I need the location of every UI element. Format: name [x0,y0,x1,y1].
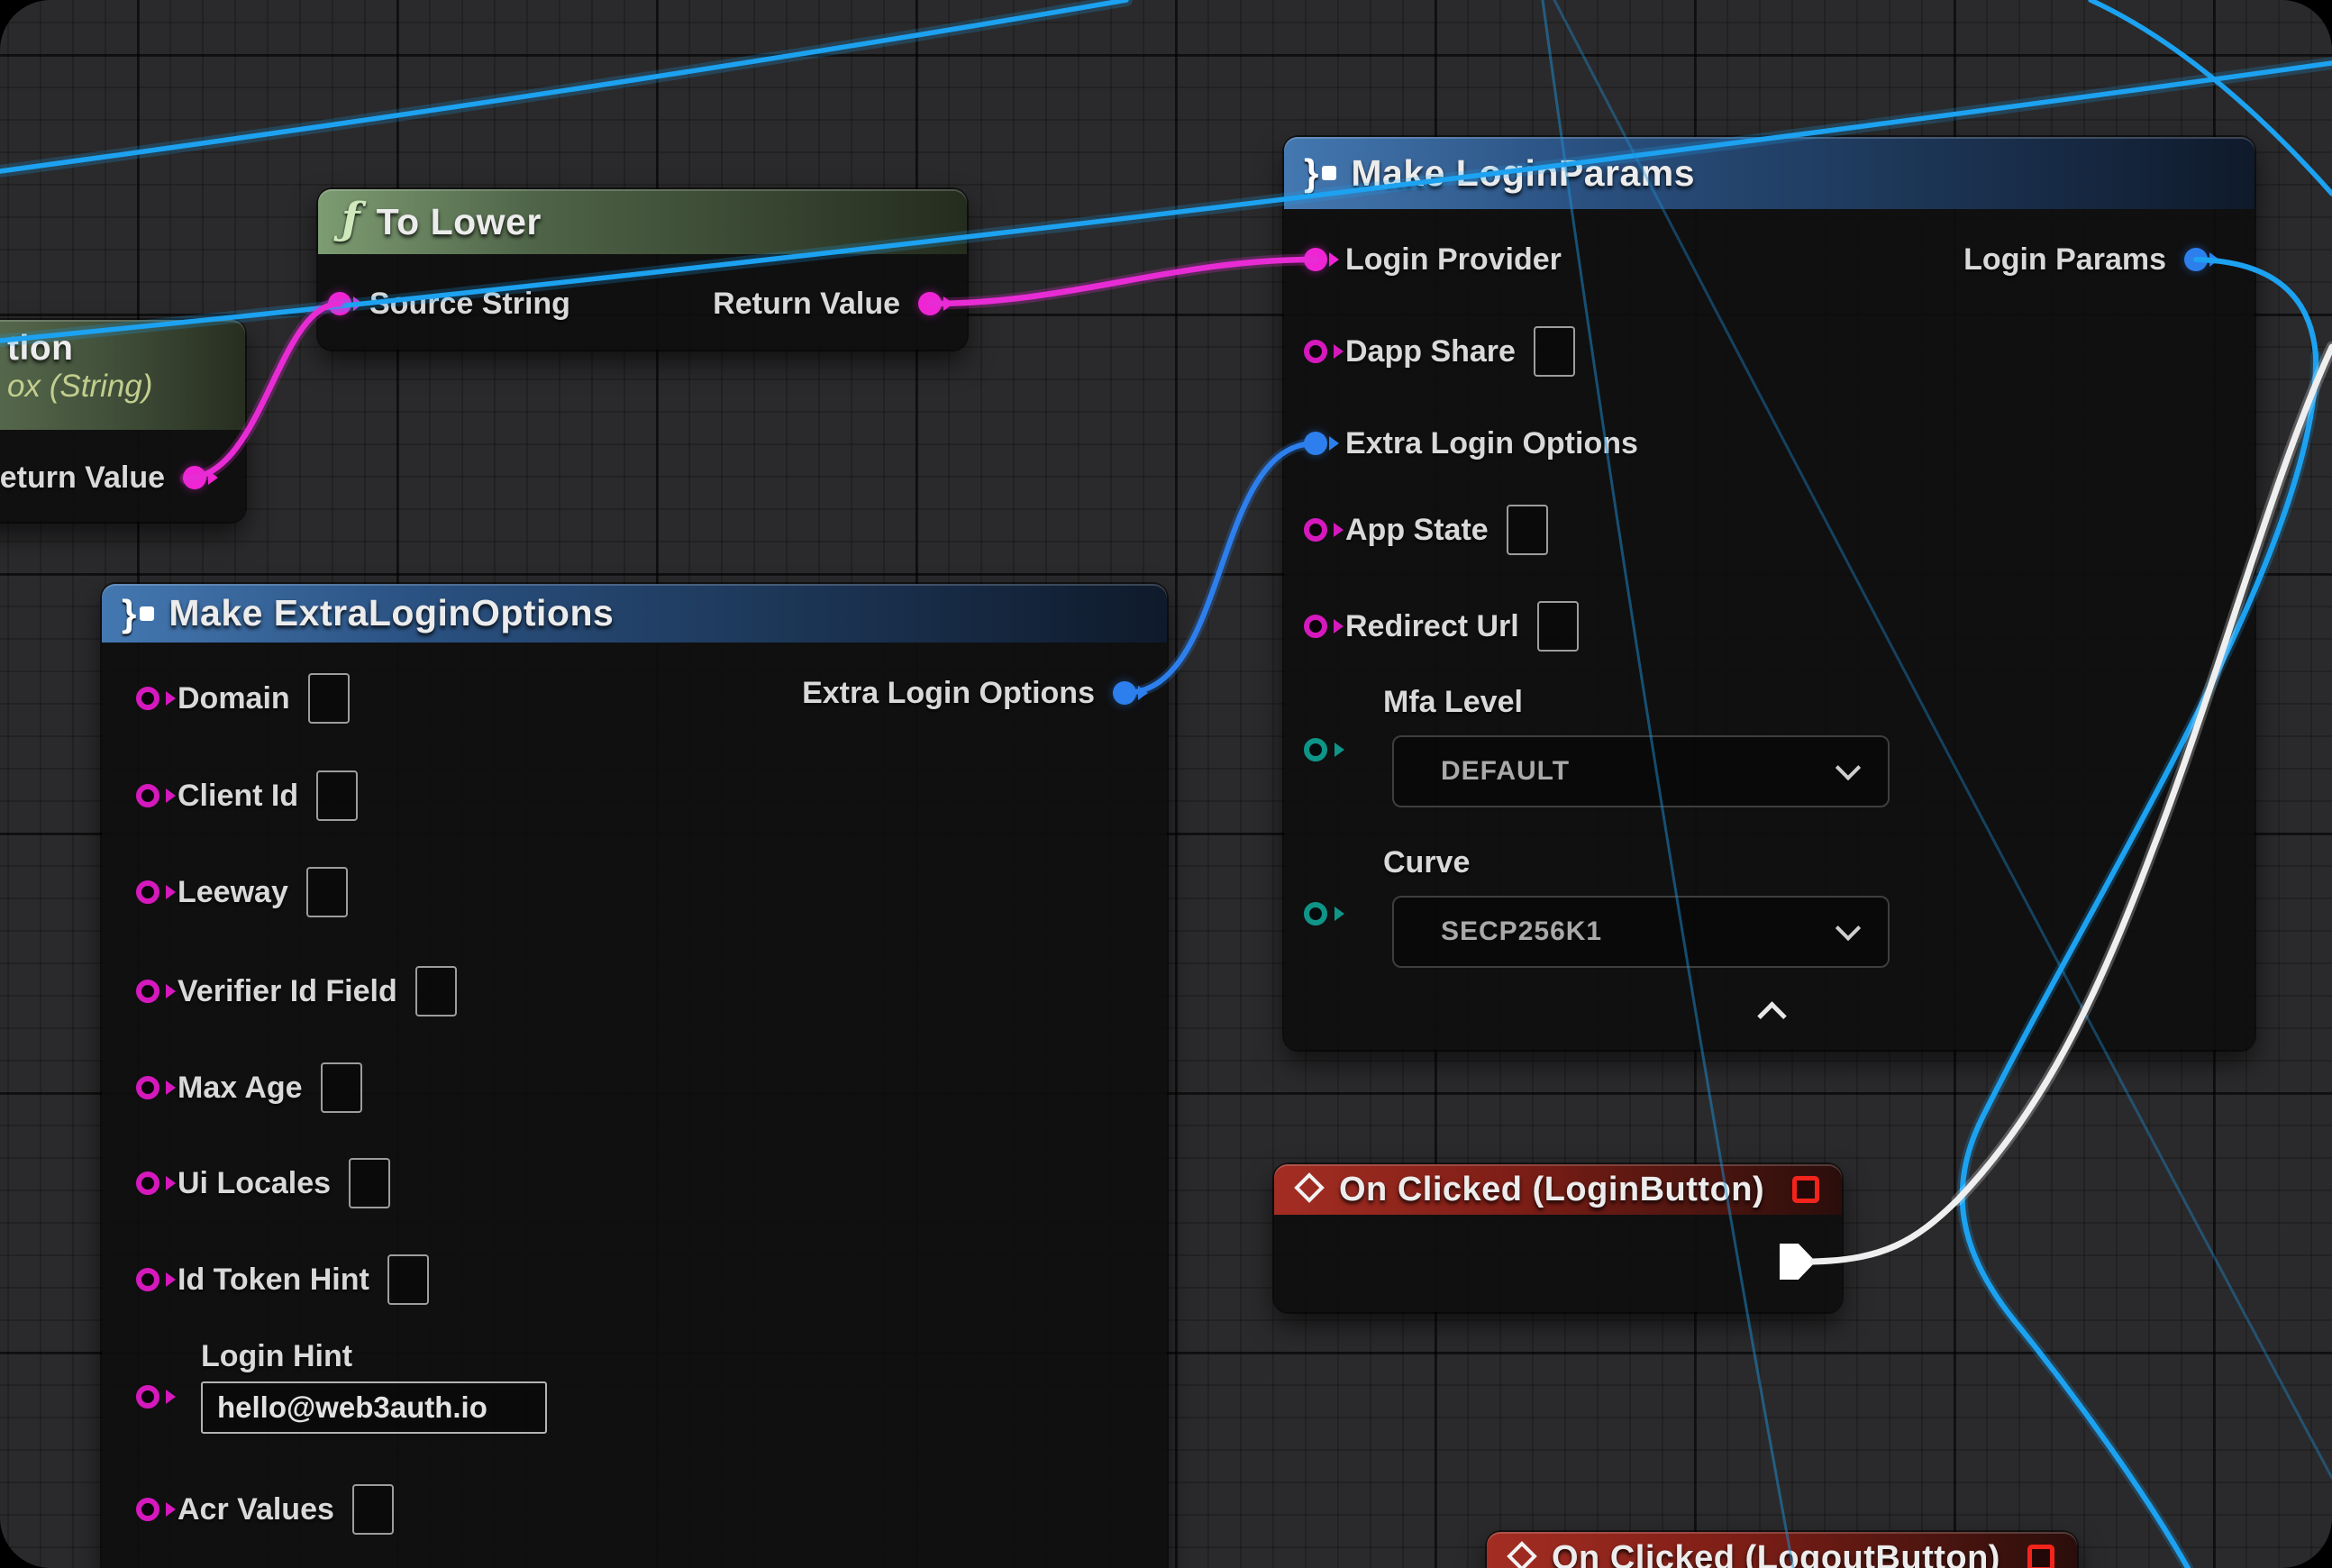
wire-exec-glow [1957,347,2332,1200]
blueprint-editor-screenshot: tion ox (String) eturn Value ƒ To Lower … [0,0,2332,1568]
wire-blue-bg-2-glow [0,63,2332,341]
wire-blue-dim-1[interactable] [1543,0,1793,1568]
wire-layer-under [0,0,2332,1568]
blueprint-graph-canvas[interactable]: tion ox (String) eturn Value ƒ To Lower … [0,0,2332,1568]
wire-blue-dim-2[interactable] [1554,0,2332,1478]
